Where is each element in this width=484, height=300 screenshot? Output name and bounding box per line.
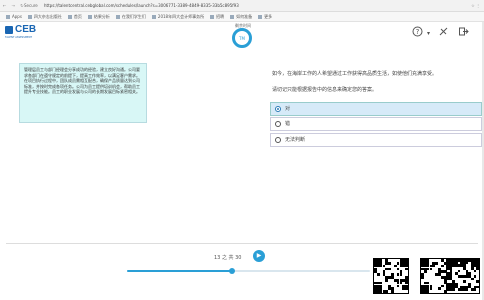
footer-divider xyxy=(6,243,478,244)
answer-option-label: 无法判断 xyxy=(285,137,306,143)
logo-mark xyxy=(5,26,13,34)
bookmark-item[interactable]: 更多 xyxy=(258,12,273,21)
bookmark-label: 首页 xyxy=(73,14,82,19)
bookmark-icon xyxy=(87,15,92,19)
bookmark-item[interactable]: 首页 xyxy=(67,12,82,21)
qr-cell xyxy=(399,273,403,276)
security-indicator: Secure xyxy=(24,3,38,8)
exit-icon[interactable] xyxy=(458,26,469,40)
answer-option[interactable]: 错 xyxy=(270,117,482,131)
bookmark-item[interactable]: 结果分析 xyxy=(87,12,110,21)
qr-cell xyxy=(396,284,400,288)
bookmark-item[interactable]: Apps xyxy=(6,12,22,21)
play-icon: ▶ xyxy=(256,252,262,259)
qr-cell xyxy=(388,267,391,271)
qr-code-image xyxy=(446,258,480,294)
progress-handle xyxy=(229,268,236,274)
logo-subtext: TALENT ASSESSMENT xyxy=(5,36,32,39)
qr-cell xyxy=(465,261,469,265)
browser-address-bar: ← → ↻ Secure https://talentcentral.cebgl… xyxy=(0,0,484,12)
bookmark-item[interactable]: 四大杂志出版社 xyxy=(27,12,62,21)
qr-cell xyxy=(435,261,438,265)
accessibility-icon[interactable] xyxy=(438,26,449,40)
passage-text: 管理层员工与部门经理会分享成功的经验，建立良好沟通。公司要求各部门在遵守规定的前… xyxy=(24,67,140,95)
qr-cell xyxy=(457,269,461,273)
help-dropdown-icon[interactable]: ▾ xyxy=(427,30,430,37)
bookmark-icon xyxy=(67,15,72,19)
next-button[interactable]: ▶ xyxy=(253,250,265,262)
bookmark-icon xyxy=(115,15,120,19)
bookmark-label: 2018年四大会计师事务所 xyxy=(157,14,205,19)
qr-cell xyxy=(391,290,394,293)
qr-cell xyxy=(476,280,479,283)
browser-nav-icons[interactable]: ← → ↻ xyxy=(3,0,26,12)
answer-option-label: 错 xyxy=(285,121,291,127)
qr-cell xyxy=(388,261,391,265)
bookmark-label: 招聘 xyxy=(216,14,225,19)
bookmark-icon xyxy=(210,15,215,19)
bookmark-label: 如何准备 xyxy=(236,14,253,19)
question-instruction: 请切记只能根据报告中的信息来确定您的答案。 xyxy=(272,87,378,93)
qr-cell xyxy=(429,267,433,271)
qr-cell xyxy=(471,277,474,281)
bookmark-label: 四大杂志出版社 xyxy=(33,14,62,19)
qr-cell xyxy=(429,287,433,291)
qr-cell xyxy=(405,287,408,291)
qr-cell xyxy=(421,276,424,279)
qr-cell xyxy=(423,270,427,274)
qr-cell xyxy=(385,278,389,282)
qr-cell xyxy=(476,285,479,289)
bookmark-icon xyxy=(151,15,156,19)
bookmark-item[interactable]: 如何准备 xyxy=(230,12,253,21)
bookmark-label: 更多 xyxy=(264,14,273,19)
bookmark-label: 结果分析 xyxy=(93,14,110,19)
qr-cell xyxy=(438,287,441,291)
qr-cell xyxy=(440,284,444,288)
bookmark-icon xyxy=(27,15,32,19)
radio-button[interactable] xyxy=(275,137,281,143)
help-icon[interactable]: ? xyxy=(412,26,423,40)
qr-cell xyxy=(426,290,430,293)
qr-code-image xyxy=(373,258,409,294)
radio-button[interactable] xyxy=(275,106,281,112)
radio-button[interactable] xyxy=(275,121,281,127)
progress-counter: 13 之 共 30 xyxy=(214,255,242,261)
qr-cell xyxy=(432,264,436,268)
reading-passage: 管理层员工与部门经理会分享成功的经验，建立良好沟通。公司要求各部门在遵守规定的前… xyxy=(19,63,147,123)
qr-cell xyxy=(473,269,477,273)
answer-option[interactable]: 对 xyxy=(270,102,482,116)
bookmark-icon xyxy=(258,15,263,19)
bookmarks-bar: Apps 四大杂志出版社 首页 结果分析 在我们学生们 2018年四大会计师事务所 招聘 如何… xyxy=(0,12,484,22)
qr-cell xyxy=(385,290,389,293)
progress-fill xyxy=(127,270,233,272)
answer-option-label: 对 xyxy=(285,106,291,112)
qr-cell xyxy=(376,273,380,276)
url-field[interactable]: https://talentcentral.cebglobal.com/sche… xyxy=(44,0,239,12)
question-statement: 如今，在海岸工作的人希望通过工作获得高品质生活，如使他们充满享受。 xyxy=(272,71,438,77)
svg-text:?: ? xyxy=(416,28,420,36)
qr-cell xyxy=(440,264,444,268)
ceb-logo: CEB TALENT ASSESSMENT xyxy=(5,24,37,41)
qr-cell xyxy=(405,267,408,271)
bookmark-label: 在我们学生们 xyxy=(121,14,146,19)
timer-ring: TM xyxy=(232,28,252,48)
progress-bar xyxy=(127,268,370,274)
bookmark-icon xyxy=(6,15,10,19)
qr-cell xyxy=(476,267,479,270)
logo-text: CEB xyxy=(15,24,37,35)
bookmark-item[interactable]: 招聘 xyxy=(210,12,225,21)
qr-cell xyxy=(473,275,477,278)
browser-menu-icons[interactable]: ☆ ⋮ xyxy=(471,0,480,12)
bookmark-item[interactable]: 在我们学生们 xyxy=(115,12,146,21)
bookmark-label: Apps xyxy=(12,14,22,19)
timer-value: TM xyxy=(239,35,245,41)
qr-cell xyxy=(463,280,466,283)
bookmark-icon xyxy=(230,15,235,19)
qr-cell xyxy=(465,288,469,291)
qr-cell xyxy=(452,288,455,291)
answer-option[interactable]: 无法判断 xyxy=(270,133,482,147)
bookmark-item[interactable]: 2018年四大会计师事务所 xyxy=(151,12,205,21)
qr-cell xyxy=(473,288,477,291)
